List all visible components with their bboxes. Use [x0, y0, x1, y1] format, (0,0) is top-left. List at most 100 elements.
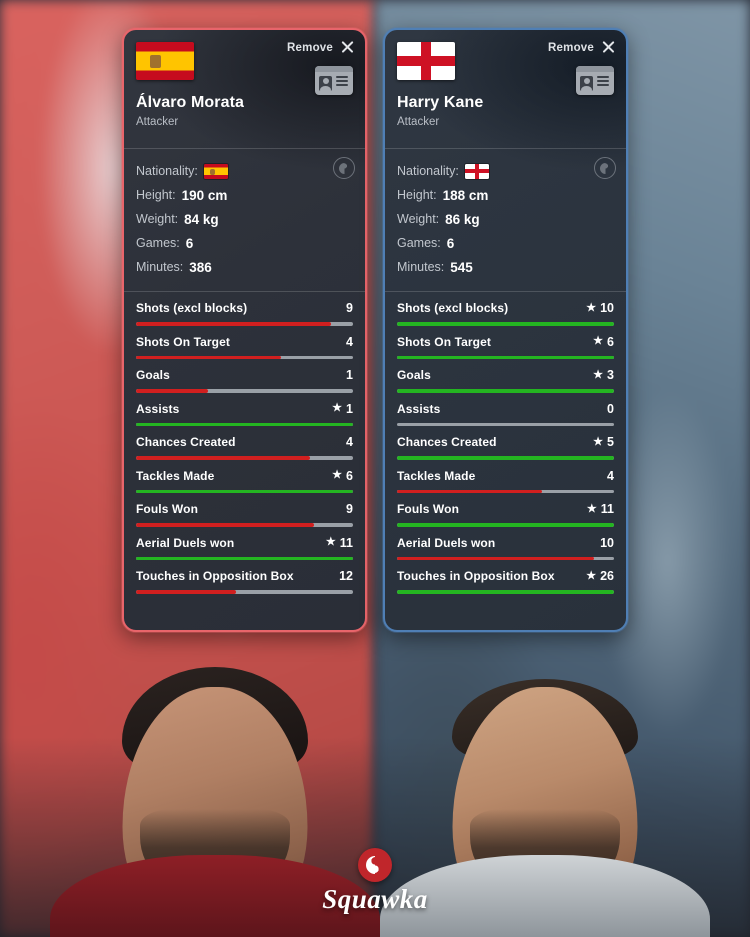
stat-number: 10: [600, 301, 614, 315]
stat-number: 5: [607, 435, 614, 449]
stat-number: 4: [346, 334, 353, 349]
stat-value: 0: [607, 402, 614, 416]
stat-number: 3: [607, 368, 614, 382]
stat-row: Shots On Target 4: [136, 326, 353, 359]
stat-value: ★ 26: [586, 569, 614, 583]
star-icon: ★: [586, 569, 597, 582]
stat-row-header: Chances Created 4: [136, 435, 353, 449]
stat-row-header: Tackles Made ★ 6: [136, 469, 353, 483]
bio-value: 6: [446, 235, 455, 251]
stat-label: Chances Created: [136, 435, 236, 449]
player-name: Harry Kane: [397, 94, 484, 111]
stat-row: Shots On Target ★ 6: [397, 326, 614, 359]
player-position: Attacker: [397, 116, 440, 128]
id-card-icon[interactable]: [576, 66, 614, 95]
bio-row-weight: Weight: 86 kg: [397, 207, 614, 231]
close-icon[interactable]: [601, 40, 616, 55]
bio-key: Height:: [136, 188, 176, 202]
stat-label: Assists: [136, 401, 180, 416]
stat-value: 1: [346, 368, 353, 382]
stat-value: 10: [600, 536, 614, 550]
stat-row: Touches in Opposition Box 12: [136, 560, 353, 594]
stat-value: 4: [607, 469, 614, 483]
stats-list-kane: Shots (excl blocks) ★ 10 Shots On Target ★ 6 G…: [385, 292, 626, 630]
bio-row-height: Height: 188 cm: [397, 183, 614, 207]
stat-row-header: Tackles Made 4: [397, 469, 614, 483]
stat-bar-track: [397, 590, 614, 594]
bio-key: Games:: [136, 236, 180, 250]
stat-row: Goals ★ 3: [397, 359, 614, 393]
stat-number: 11: [600, 502, 614, 516]
stat-row-header: Assists ★ 1: [136, 402, 353, 416]
star-icon: ★: [332, 469, 343, 481]
player-bio: Nationality: Height: 190 cm Weight: 84 k…: [124, 148, 365, 292]
stat-value: 9: [346, 301, 353, 315]
player-name: Álvaro Morata: [136, 94, 244, 111]
stat-value: ★ 5: [593, 435, 614, 449]
id-lines-glyph: [336, 76, 348, 91]
player-comparison-container: Remove Álvaro Morata Attacker Nationalit…: [0, 0, 750, 937]
stat-row: Chances Created ★ 5: [397, 426, 614, 460]
stat-value: 9: [346, 502, 353, 516]
stat-row: Tackles Made ★ 6: [136, 460, 353, 493]
bio-value: 188 cm: [442, 187, 489, 203]
stat-bar-fill: [136, 590, 236, 594]
stat-number: 12: [339, 569, 353, 583]
bio-value: 190 cm: [181, 187, 228, 203]
stat-value: ★ 1: [332, 402, 353, 416]
star-icon: ★: [593, 368, 604, 381]
stat-value: ★ 6: [332, 469, 353, 483]
stat-row-header: Fouls Won 9: [136, 502, 353, 516]
stat-label: Shots (excl blocks): [397, 301, 509, 315]
stat-value: ★ 11: [587, 502, 614, 516]
spain-flag-icon: [203, 163, 228, 179]
stat-number: 1: [346, 368, 353, 382]
stat-label: Touches in Opposition Box: [136, 569, 294, 583]
remove-label: Remove: [548, 41, 594, 54]
squawka-branding: Squawka: [0, 848, 750, 915]
stat-row: Tackles Made 4: [397, 460, 614, 493]
star-icon: ★: [325, 536, 336, 548]
stat-row: Assists ★ 1: [136, 393, 353, 426]
stat-label: Aerial Duels won: [136, 535, 235, 550]
stat-label: Chances Created: [397, 435, 497, 449]
stat-row-header: Shots (excl blocks) ★ 10: [397, 301, 614, 315]
stat-label: Fouls Won: [397, 502, 460, 516]
stat-label: Aerial Duels won: [397, 535, 496, 550]
stat-label: Shots On Target: [397, 334, 491, 349]
stat-row: Chances Created 4: [136, 426, 353, 460]
stat-number: 10: [600, 535, 614, 550]
close-icon[interactable]: [340, 40, 355, 55]
bio-row-games: Games: 6: [136, 231, 353, 255]
bio-row-nationality: Nationality:: [397, 159, 614, 183]
squawka-emblem-icon: [594, 157, 616, 179]
bio-value: 86 kg: [445, 211, 480, 227]
bio-key: Nationality:: [397, 164, 459, 178]
bio-key: Weight:: [136, 212, 179, 226]
id-card-icon[interactable]: [315, 66, 353, 95]
stat-row-header: Shots On Target 4: [136, 335, 353, 349]
stat-row: Goals 1: [136, 359, 353, 393]
stat-row: Assists 0: [397, 393, 614, 426]
stat-number: 9: [346, 301, 353, 315]
stat-number: 26: [600, 569, 614, 583]
stat-label: Shots (excl blocks): [136, 301, 248, 315]
stat-label: Assists: [397, 401, 441, 416]
remove-button[interactable]: Remove: [548, 40, 616, 55]
stat-value: ★ 11: [326, 536, 353, 550]
spain-flag-icon: [136, 42, 194, 80]
stat-number: 4: [607, 468, 614, 483]
stat-row-header: Assists 0: [397, 402, 614, 416]
player-bio: Nationality: Height: 188 cm Weight: 86 k…: [385, 148, 626, 292]
england-flag-icon: [397, 42, 455, 80]
stat-bar-fill: [397, 590, 614, 594]
stat-value: 4: [346, 335, 353, 349]
stats-list-morata: Shots (excl blocks) 9 Shots On Target 4 Goal…: [124, 292, 365, 630]
stat-label: Tackles Made: [397, 468, 476, 483]
bio-row-minutes: Minutes: 386: [136, 255, 353, 279]
stat-row: Touches in Opposition Box ★ 26: [397, 560, 614, 594]
bio-value: 545: [450, 259, 473, 275]
remove-button[interactable]: Remove: [287, 40, 355, 55]
stat-number: 4: [346, 435, 353, 449]
stat-value: ★ 3: [593, 368, 614, 382]
